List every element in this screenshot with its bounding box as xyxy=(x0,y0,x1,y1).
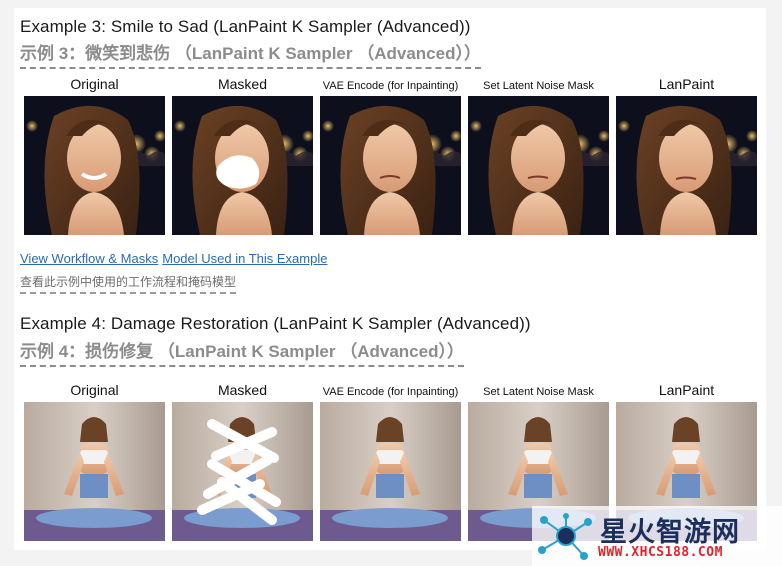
example-3-links: View Workflow & Masks Model Used in This … xyxy=(20,251,327,266)
example-4-title: Example 4: Damage Restoration (LanPaint … xyxy=(20,314,531,333)
example-3-title: Example 3: Smile to Sad (LanPaint K Samp… xyxy=(20,17,471,36)
image-caption: Masked xyxy=(217,382,268,398)
image-caption: LanPaint xyxy=(658,76,715,92)
portrait-image xyxy=(24,96,165,235)
masked-yoga-image xyxy=(172,402,313,541)
lanpaint-portrait-image xyxy=(616,96,757,235)
image-caption: VAE Encode (for Inpainting) xyxy=(322,80,459,92)
vae-yoga-image xyxy=(320,402,461,541)
site-watermark: 星火智游网 WWW.XHCS188.COM xyxy=(532,506,782,566)
example-3-title-cn: 示例 3：微笑到悲伤 （LanPaint K Sampler （Advanced… xyxy=(20,39,481,69)
yoga-image xyxy=(24,402,165,541)
image-caption: Original xyxy=(70,382,119,398)
watermark-title: 星火智游网 xyxy=(600,517,740,548)
image-caption: LanPaint xyxy=(658,382,715,398)
watermark-url: WWW.XHCS188.COM xyxy=(598,545,723,560)
example-3-note-cn[interactable]: 查看此示例中使用的工作流程和掩码模型 xyxy=(20,273,237,294)
image-caption: Masked xyxy=(217,76,268,92)
example-3-image-row: Original Masked VAE Encode (for Inpainti… xyxy=(24,74,762,238)
vae-portrait-image xyxy=(320,96,461,235)
image-caption: Set Latent Noise Mask xyxy=(483,80,594,92)
image-caption: VAE Encode (for Inpainting) xyxy=(322,386,459,398)
masked-portrait-image xyxy=(172,96,313,235)
example-4-title-cn: 示例 4：损伤修复 （LanPaint K Sampler （Advanced）… xyxy=(20,337,464,367)
network-logo-icon xyxy=(538,513,592,560)
model-used-link[interactable]: Model Used in This Example xyxy=(162,251,327,266)
document-page: Example 3: Smile to Sad (LanPaint K Samp… xyxy=(14,8,766,550)
image-caption: Original xyxy=(70,76,119,92)
noise-mask-portrait-image xyxy=(468,96,609,235)
view-workflow-link[interactable]: View Workflow & Masks xyxy=(20,251,158,266)
image-caption: Set Latent Noise Mask xyxy=(483,386,594,398)
